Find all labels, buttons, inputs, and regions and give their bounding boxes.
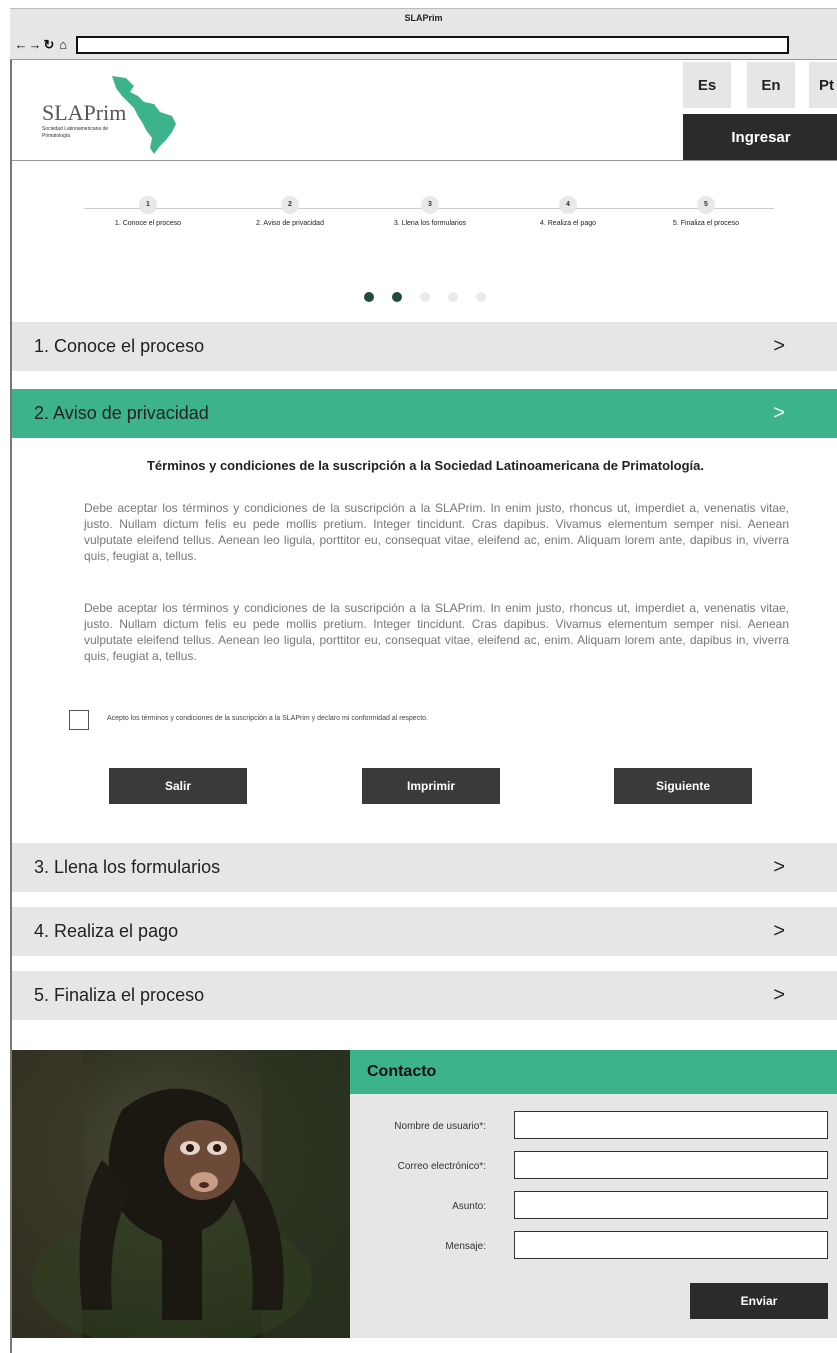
- username-input[interactable]: [514, 1111, 828, 1139]
- address-bar[interactable]: [76, 35, 789, 54]
- step-4[interactable]: 4 4. Realiza el pago: [498, 196, 638, 227]
- subject-label: Asunto:: [452, 1201, 486, 1212]
- terms-paragraph: Debe aceptar los términos y condiciones …: [84, 501, 789, 563]
- step-3[interactable]: 3 3. Llena los formularios: [360, 196, 500, 227]
- message-label: Mensaje:: [445, 1241, 486, 1252]
- chevron-right-icon: >: [773, 920, 785, 942]
- terms-paragraph: Debe aceptar los términos y condiciones …: [84, 601, 789, 663]
- forward-arrow-icon[interactable]: →: [28, 37, 42, 52]
- lang-pt-button[interactable]: Pt: [809, 62, 837, 108]
- print-button[interactable]: Imprimir: [362, 768, 500, 804]
- email-input[interactable]: [514, 1151, 828, 1179]
- next-button[interactable]: Siguiente: [614, 768, 752, 804]
- chevron-right-icon: >: [773, 402, 785, 424]
- step-label: 2. Aviso de privacidad: [256, 220, 324, 227]
- step-label: 1. Conoce el proceso: [114, 220, 182, 227]
- step-2[interactable]: 2 2. Aviso de privacidad: [220, 196, 360, 227]
- logo[interactable]: SLAPrim Sociedad Latinoamericana de Prim…: [42, 72, 192, 154]
- message-input[interactable]: [514, 1231, 828, 1259]
- login-button[interactable]: Ingresar: [683, 114, 837, 160]
- page: SLAPrim Sociedad Latinoamericana de Prim…: [10, 60, 837, 1353]
- progress-dot: [364, 292, 374, 302]
- step-number: 5: [697, 196, 715, 214]
- spider-monkey-photo: [12, 1050, 350, 1338]
- progress-dot: [392, 292, 402, 302]
- progress-dot: [420, 292, 430, 302]
- progress-dots: [364, 292, 486, 302]
- chevron-right-icon: >: [773, 984, 785, 1006]
- contact-form: Nombre de usuario*: Correo electrónico*:…: [350, 1094, 837, 1338]
- reload-icon[interactable]: ↻: [42, 37, 56, 53]
- progress-dot: [476, 292, 486, 302]
- step-number: 1: [139, 196, 157, 214]
- contact-title: Contacto: [350, 1050, 837, 1094]
- browser-title: SLAPrim: [404, 13, 443, 23]
- section-title: 3. Llena los formularios: [34, 857, 221, 877]
- section-4-header[interactable]: 4. Realiza el pago >: [12, 907, 837, 956]
- terms-title: Términos y condiciones de la suscripción…: [146, 458, 704, 473]
- logo-name: SLAPrim: [42, 100, 127, 125]
- step-label: 5. Finaliza el proceso: [672, 220, 740, 227]
- section-3-header[interactable]: 3. Llena los formularios >: [12, 843, 837, 892]
- step-1[interactable]: 1 1. Conoce el proceso: [78, 196, 218, 227]
- logo-subtitle: Sociedad Latinoamericana de Primatología: [42, 126, 109, 139]
- browser-nav-bar: ← → ↻ ⌂: [10, 30, 837, 60]
- accept-terms-label: Acepto los términos y condiciones de la …: [107, 715, 428, 722]
- home-icon[interactable]: ⌂: [56, 37, 70, 52]
- step-number: 3: [421, 196, 439, 214]
- step-5[interactable]: 5 5. Finaliza el proceso: [636, 196, 776, 227]
- step-number: 2: [281, 196, 299, 214]
- exit-button[interactable]: Salir: [109, 768, 247, 804]
- step-label: 3. Llena los formularios: [393, 220, 467, 227]
- back-arrow-icon[interactable]: ←: [14, 37, 28, 52]
- step-label: 4. Realiza el pago: [539, 220, 597, 227]
- section-2-header[interactable]: 2. Aviso de privacidad >: [12, 389, 837, 438]
- lang-en-button[interactable]: En: [747, 62, 795, 108]
- section-1-header[interactable]: 1. Conoce el proceso >: [12, 322, 837, 371]
- subject-input[interactable]: [514, 1191, 828, 1219]
- section-title: 2. Aviso de privacidad: [34, 403, 209, 423]
- step-number: 4: [559, 196, 577, 214]
- accept-terms-checkbox[interactable]: [69, 710, 89, 730]
- section-5-header[interactable]: 5. Finaliza el proceso >: [12, 971, 837, 1020]
- progress-dot: [448, 292, 458, 302]
- section-title: 1. Conoce el proceso: [34, 336, 205, 356]
- send-button[interactable]: Enviar: [690, 1283, 828, 1319]
- chevron-right-icon: >: [773, 335, 785, 357]
- header-divider: [12, 160, 837, 161]
- lang-es-button[interactable]: Es: [683, 62, 731, 108]
- username-label: Nombre de usuario*:: [394, 1121, 486, 1132]
- section-title: 4. Realiza el pago: [34, 921, 179, 941]
- section-title: 5. Finaliza el proceso: [34, 985, 205, 1005]
- email-label: Correo electrónico*:: [397, 1161, 486, 1172]
- chevron-right-icon: >: [773, 856, 785, 878]
